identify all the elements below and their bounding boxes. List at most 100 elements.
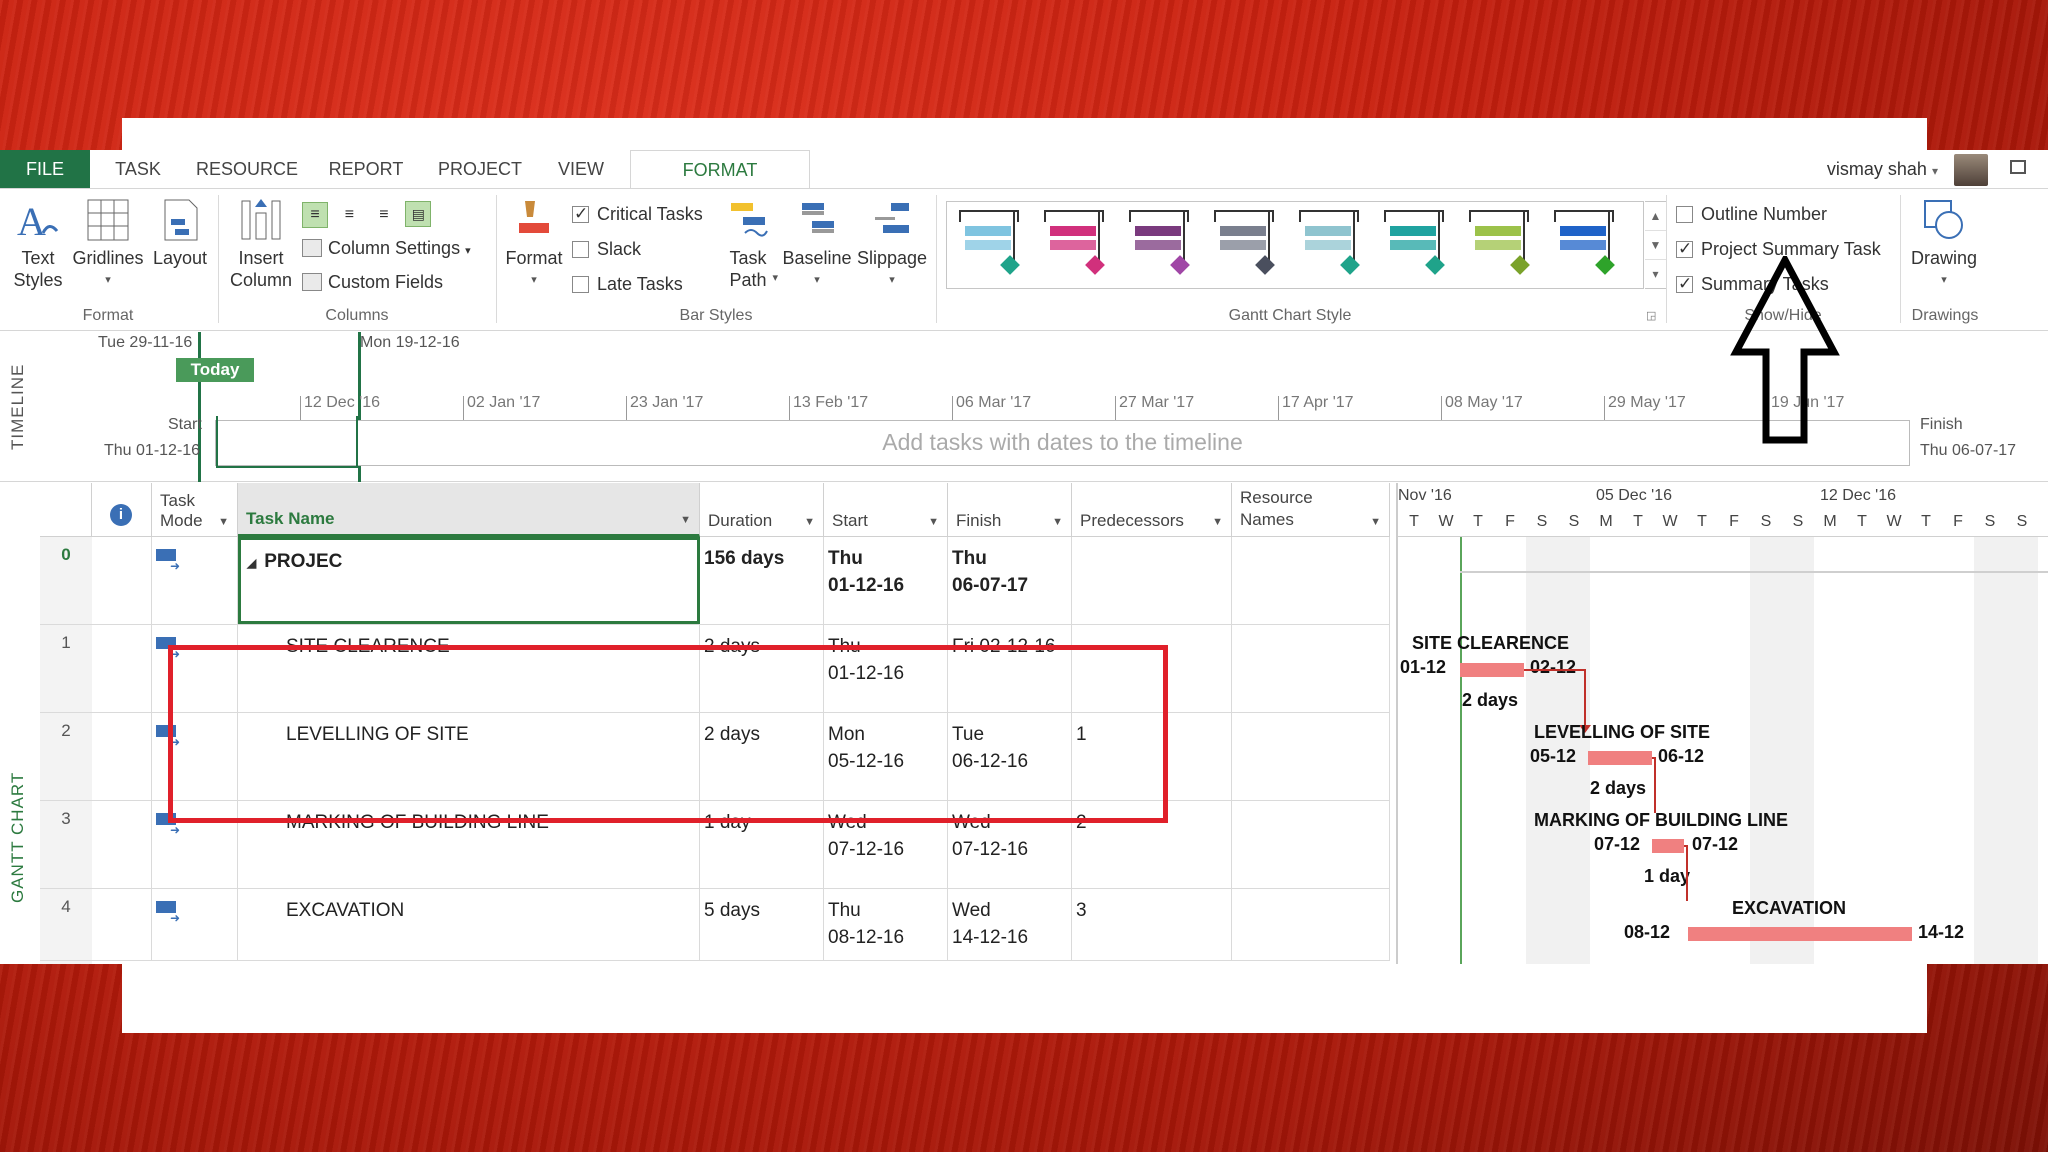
- row-id[interactable]: 2: [40, 713, 92, 741]
- task-name-cell[interactable]: MARKING OF BUILDING LINE: [238, 801, 700, 888]
- resource-names-cell[interactable]: [1232, 889, 1390, 960]
- resource-names-cell[interactable]: [1232, 625, 1390, 712]
- slack-checkbox[interactable]: Slack: [572, 238, 641, 260]
- chevron-down-icon[interactable]: ▼: [680, 514, 691, 526]
- row-id[interactable]: 3: [40, 801, 92, 829]
- finish-cell[interactable]: Tue 06-12-16: [948, 713, 1072, 800]
- table-row[interactable]: 0 ➜ ◢ PROJEC 156 days Thu 01-12-16 Thu 06-07-1…: [40, 537, 1390, 625]
- duration-cell[interactable]: 2 days: [700, 713, 824, 800]
- task-mode-cell[interactable]: ➜: [152, 713, 238, 800]
- duration-cell[interactable]: 1 day: [700, 801, 824, 888]
- gantt-style-item[interactable]: [1384, 210, 1448, 280]
- resource-names-header[interactable]: Resource Names ▼: [1232, 483, 1390, 537]
- resource-names-cell[interactable]: [1232, 537, 1390, 624]
- table-row[interactable]: 3 ➜ MARKING OF BUILDING LINE 1 day Wed 07-12…: [40, 801, 1390, 889]
- text-styles-button[interactable]: A Text Styles: [8, 197, 68, 291]
- row-id[interactable]: 1: [40, 625, 92, 653]
- start-cell[interactable]: Mon 05-12-16: [824, 713, 948, 800]
- gridlines-button[interactable]: Gridlines ▾: [72, 197, 144, 291]
- task-bar[interactable]: [1688, 927, 1912, 941]
- duration-header[interactable]: Duration ▼: [700, 483, 824, 537]
- critical-tasks-checkbox[interactable]: Critical Tasks: [572, 203, 703, 225]
- duration-cell[interactable]: 5 days: [700, 889, 824, 960]
- tab-file[interactable]: FILE: [0, 150, 90, 188]
- task-mode-cell[interactable]: ➜: [152, 625, 238, 712]
- gallery-up-icon[interactable]: ▲: [1645, 202, 1666, 231]
- finish-cell[interactable]: Fri 02-12-16: [948, 625, 1072, 712]
- layout-button[interactable]: Layout: [150, 197, 210, 269]
- slippage-button[interactable]: Slippage ▾: [856, 197, 928, 291]
- select-all-header[interactable]: [40, 483, 92, 537]
- indicators-header[interactable]: i: [92, 483, 152, 537]
- finish-cell[interactable]: Wed 07-12-16: [948, 801, 1072, 888]
- user-name[interactable]: vismay shah ▾: [1827, 150, 1938, 188]
- align-right-icon[interactable]: ≡: [371, 203, 397, 229]
- avatar[interactable]: [1954, 154, 1988, 186]
- task-mode-cell[interactable]: ➜: [152, 801, 238, 888]
- start-cell[interactable]: Wed 07-12-16: [824, 801, 948, 888]
- baseline-button[interactable]: Baseline ▾: [782, 197, 852, 291]
- chevron-down-icon[interactable]: ▼: [1370, 516, 1381, 528]
- resource-names-cell[interactable]: [1232, 713, 1390, 800]
- task-bar[interactable]: [1460, 663, 1524, 677]
- duration-cell[interactable]: 156 days: [700, 537, 824, 624]
- gantt-style-item[interactable]: [1299, 210, 1363, 280]
- finish-header[interactable]: Finish ▼: [948, 483, 1072, 537]
- task-name-cell[interactable]: EXCAVATION: [238, 889, 700, 960]
- gallery-more-icon[interactable]: ▾: [1645, 260, 1666, 289]
- table-row[interactable]: 4 ➜ EXCAVATION 5 days Thu 08-12-16 Wed 14-12-…: [40, 889, 1390, 961]
- chevron-down-icon[interactable]: ▼: [804, 516, 815, 528]
- task-name-cell[interactable]: LEVELLING OF SITE: [238, 713, 700, 800]
- predecessors-cell[interactable]: [1072, 537, 1232, 624]
- tab-resource[interactable]: RESOURCE: [196, 150, 298, 188]
- tab-view[interactable]: VIEW: [552, 150, 610, 188]
- finish-cell[interactable]: Thu 06-07-17: [948, 537, 1072, 624]
- start-header[interactable]: Start ▼: [824, 483, 948, 537]
- tab-format[interactable]: FORMAT: [630, 150, 810, 188]
- row-id[interactable]: 0: [40, 537, 92, 565]
- task-name-cell[interactable]: SITE CLEARENCE: [238, 625, 700, 712]
- task-name-header[interactable]: Task Name ▼: [238, 483, 700, 537]
- gantt-chart-style-gallery[interactable]: [946, 201, 1644, 289]
- start-cell[interactable]: Thu 01-12-16: [824, 625, 948, 712]
- task-mode-header[interactable]: Task Mode ▼: [152, 483, 238, 537]
- chevron-down-icon[interactable]: ▼: [218, 516, 229, 528]
- chevron-down-icon[interactable]: ▼: [1052, 516, 1063, 528]
- task-bar[interactable]: [1588, 751, 1652, 765]
- tab-report[interactable]: REPORT: [328, 150, 404, 188]
- task-bar[interactable]: [1652, 839, 1684, 853]
- gallery-down-icon[interactable]: ▼: [1645, 231, 1666, 260]
- outline-number-checkbox[interactable]: Outline Number: [1676, 203, 1827, 225]
- gantt-style-item[interactable]: [1129, 210, 1193, 280]
- predecessors-cell[interactable]: 3: [1072, 889, 1232, 960]
- tab-project[interactable]: PROJECT: [436, 150, 524, 188]
- restore-icon[interactable]: [2010, 160, 2026, 174]
- gantt-chart-pane[interactable]: Nov '16 05 Dec '16 12 Dec '16 T W T F S S M T W T…: [1396, 483, 2048, 964]
- insert-column-button[interactable]: Insert Column: [228, 197, 294, 291]
- tab-task[interactable]: TASK: [108, 150, 168, 188]
- gantt-style-item[interactable]: [1044, 210, 1108, 280]
- format-bar-button[interactable]: Format ▾: [502, 197, 566, 291]
- align-left-icon[interactable]: ≡: [302, 202, 328, 228]
- gantt-style-item[interactable]: [1469, 210, 1533, 280]
- gantt-style-item[interactable]: [1214, 210, 1278, 280]
- resource-names-cell[interactable]: [1232, 801, 1390, 888]
- duration-cell[interactable]: 2 days: [700, 625, 824, 712]
- chevron-down-icon[interactable]: ▼: [1212, 516, 1223, 528]
- predecessors-cell[interactable]: [1072, 625, 1232, 712]
- predecessors-cell[interactable]: 2: [1072, 801, 1232, 888]
- timeline-bar[interactable]: Add tasks with dates to the timeline: [215, 420, 1910, 466]
- row-id[interactable]: 4: [40, 889, 92, 917]
- predecessors-header[interactable]: Predecessors ▼: [1072, 483, 1232, 537]
- drawing-button[interactable]: Drawing ▾: [1906, 197, 1982, 291]
- late-tasks-checkbox[interactable]: Late Tasks: [572, 273, 683, 295]
- chevron-down-icon[interactable]: ▼: [928, 516, 939, 528]
- finish-cell[interactable]: Wed 14-12-16: [948, 889, 1072, 960]
- wrap-text-icon[interactable]: ▤: [405, 201, 432, 227]
- custom-fields-button[interactable]: Custom Fields: [302, 271, 443, 293]
- start-cell[interactable]: Thu 01-12-16: [824, 537, 948, 624]
- table-row[interactable]: 1 ➜ SITE CLEARENCE 2 days Thu 01-12-16 Fri 02…: [40, 625, 1390, 713]
- dialog-launcher-icon[interactable]: ◲: [1646, 309, 1656, 322]
- task-name-cell[interactable]: ◢ PROJEC: [238, 537, 700, 624]
- gantt-style-item[interactable]: [959, 210, 1023, 280]
